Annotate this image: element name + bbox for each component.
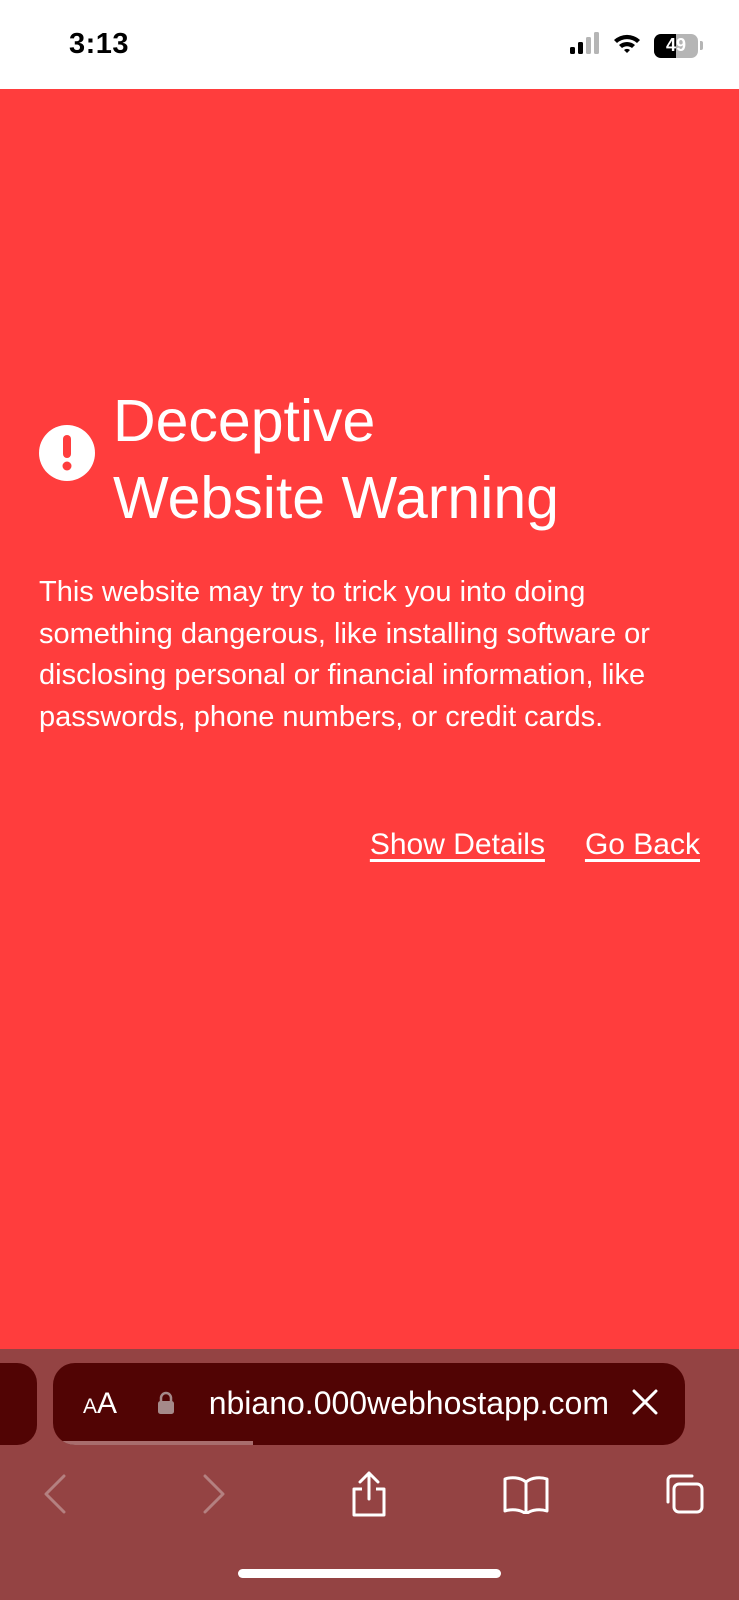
cellular-signal-icon	[570, 32, 600, 59]
warning-title: Deceptive Website Warning	[113, 383, 693, 537]
previous-tab-preview[interactable]	[0, 1363, 37, 1445]
warning-title-line-1: Deceptive	[113, 388, 376, 454]
text-size-small-a: A	[83, 1395, 98, 1418]
back-chevron-icon[interactable]	[25, 1464, 85, 1524]
warning-body: This website may try to trick you into d…	[39, 576, 650, 733]
browser-toolbar: AA nbiano.000webhostapp.com	[0, 1349, 739, 1600]
close-icon[interactable]	[631, 1388, 659, 1421]
battery-cap	[700, 41, 703, 50]
status-time: 3:13	[69, 28, 130, 60]
text-size-button[interactable]: AA	[83, 1387, 117, 1421]
lock-icon	[157, 1391, 175, 1420]
text-size-large-a: A	[97, 1387, 118, 1420]
url-text[interactable]: nbiano.000webhostapp.com	[179, 1385, 609, 1422]
battery-level: 49	[665, 35, 687, 55]
address-bar[interactable]: AA nbiano.000webhostapp.com	[53, 1363, 685, 1445]
warning-title-line-2: Website Warning	[113, 465, 559, 531]
home-indicator[interactable]	[238, 1569, 501, 1578]
battery-indicator: 49	[654, 33, 698, 58]
page-load-progress	[57, 1441, 253, 1445]
warning-actions: Show Details Go Back	[370, 828, 700, 862]
wifi-icon	[612, 32, 642, 59]
status-bar: 3:13 49	[0, 0, 739, 89]
tabs-icon[interactable]	[654, 1464, 714, 1524]
go-back-link[interactable]: Go Back	[585, 828, 700, 862]
book-icon[interactable]	[496, 1464, 556, 1524]
forward-chevron-icon[interactable]	[184, 1464, 244, 1524]
status-icons: 49	[570, 32, 703, 59]
exclamation-icon	[39, 425, 95, 481]
navigation-row	[0, 1464, 739, 1524]
show-details-link[interactable]: Show Details	[370, 828, 545, 862]
share-icon[interactable]	[339, 1464, 399, 1524]
